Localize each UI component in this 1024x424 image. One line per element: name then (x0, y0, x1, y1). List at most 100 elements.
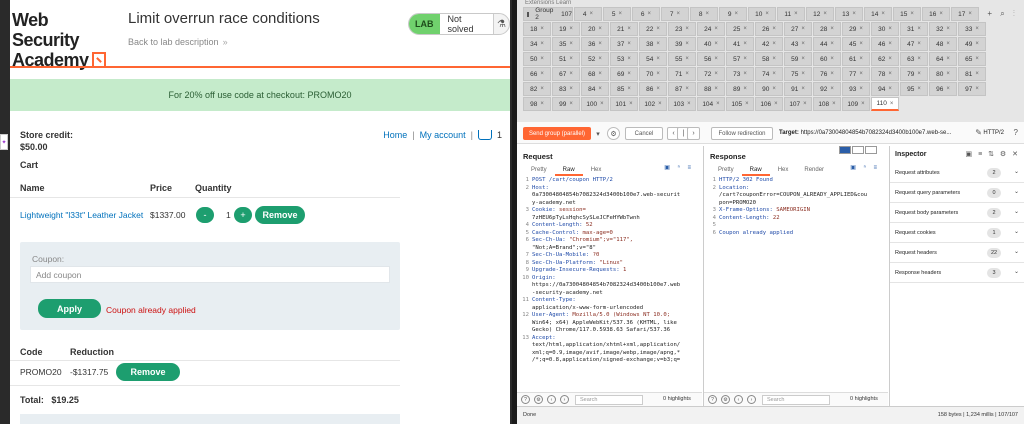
close-tab-icon[interactable]: × (685, 56, 689, 62)
close-tab-icon[interactable]: × (772, 26, 776, 32)
close-tab-icon[interactable]: × (859, 26, 863, 32)
close-tab-icon[interactable]: × (735, 11, 739, 17)
target-url[interactable]: Target: https://0a73004804854b7082324d34… (779, 130, 951, 136)
chevron-down-icon[interactable]: ⌄ (1014, 208, 1019, 215)
close-tab-icon[interactable]: × (801, 26, 805, 32)
academy-logo[interactable]: Web Security Academy (12, 10, 112, 70)
close-tab-icon[interactable]: × (888, 26, 892, 32)
close-tab-icon[interactable]: × (716, 101, 720, 107)
close-tab-icon[interactable]: × (794, 11, 798, 17)
close-tab-icon[interactable]: × (540, 56, 544, 62)
repeater-tab[interactable]: 38 × (639, 37, 667, 51)
close-tab-icon[interactable]: × (888, 41, 892, 47)
repeater-tab[interactable]: 31 × (900, 22, 928, 36)
close-tab-icon[interactable]: × (714, 71, 718, 77)
close-tab-icon[interactable]: × (685, 41, 689, 47)
request-view-icons[interactable]: ▣ ⁿ ≡ (664, 164, 694, 171)
repeater-tab[interactable]: 11 × (777, 7, 805, 21)
repeater-tab[interactable]: 84 × (581, 82, 609, 96)
close-tab-icon[interactable]: × (832, 101, 836, 107)
response-view-icons[interactable]: ▣ ⁿ ≡ (850, 164, 880, 171)
repeater-tab[interactable]: 37 × (610, 37, 638, 51)
repeater-tab[interactable]: 15 × (893, 7, 921, 21)
close-tab-icon[interactable]: × (569, 26, 573, 32)
repeater-tab[interactable]: 82 × (523, 82, 551, 96)
repeater-tab[interactable]: 32 × (929, 22, 957, 36)
close-tab-icon[interactable]: × (714, 26, 718, 32)
repeater-tab[interactable]: 67 × (552, 67, 580, 81)
repeater-tab[interactable]: 44 × (813, 37, 841, 51)
repeater-tab[interactable]: 97 × (958, 82, 986, 96)
repeater-tab[interactable]: 27 × (784, 22, 812, 36)
close-tab-icon[interactable]: × (968, 11, 972, 17)
close-tab-icon[interactable]: × (540, 41, 544, 47)
request-search-input[interactable]: Search (575, 395, 643, 405)
close-tab-icon[interactable]: × (772, 56, 776, 62)
repeater-tab[interactable]: 81 × (958, 67, 986, 81)
settings-icon[interactable]: ⚙ (721, 395, 730, 404)
close-tab-icon[interactable]: × (975, 56, 979, 62)
layout-horizontal-icon[interactable] (852, 146, 864, 154)
close-tab-icon[interactable]: × (714, 56, 718, 62)
prev-match-icon[interactable]: ‹ (734, 395, 743, 404)
close-tab-icon[interactable]: × (890, 101, 894, 107)
close-tab-icon[interactable]: × (743, 41, 747, 47)
repeater-tab[interactable]: 14 × (864, 7, 892, 21)
close-tab-icon[interactable]: × (598, 41, 602, 47)
close-tab-icon[interactable]: × (629, 101, 633, 107)
remove-coupon-button[interactable]: Remove (116, 363, 180, 381)
repeater-tab[interactable]: 18 × (523, 22, 551, 36)
close-tab-icon[interactable]: × (830, 71, 834, 77)
tab-group[interactable]: Group 2 107 (523, 7, 573, 21)
qty-increase-button[interactable]: + (234, 207, 252, 223)
close-tab-icon[interactable]: × (772, 86, 776, 92)
repeater-tab[interactable]: 29 × (842, 22, 870, 36)
repeater-tab[interactable]: 39 × (668, 37, 696, 51)
edit-target-icon[interactable]: ✎ (975, 128, 982, 137)
close-tab-icon[interactable]: × (598, 86, 602, 92)
close-tab-icon[interactable]: × (569, 56, 573, 62)
repeater-tab[interactable]: 52 × (581, 52, 609, 66)
repeater-tab[interactable]: 93 × (842, 82, 870, 96)
close-tab-icon[interactable]: × (714, 86, 718, 92)
repeater-tab[interactable]: 57 × (726, 52, 754, 66)
help-icon[interactable]: ? (708, 395, 717, 404)
cart-icon[interactable] (477, 130, 492, 140)
repeater-tab[interactable]: 92 × (813, 82, 841, 96)
close-tab-icon[interactable]: × (598, 71, 602, 77)
repeater-tab[interactable]: 49 × (958, 37, 986, 51)
repeater-tab[interactable]: 8 × (690, 7, 718, 21)
send-group-button[interactable]: Send group (parallel) (523, 127, 591, 140)
close-tab-icon[interactable]: × (859, 56, 863, 62)
repeater-tab[interactable]: 47 × (900, 37, 928, 51)
close-tab-icon[interactable]: × (745, 101, 749, 107)
close-tab-icon[interactable]: × (801, 56, 805, 62)
close-tab-icon[interactable]: × (569, 101, 573, 107)
close-tab-icon[interactable]: × (830, 26, 834, 32)
repeater-tab[interactable]: 63 × (900, 52, 928, 66)
inspector-row[interactable]: Request query parameters 0 ⌄ (890, 183, 1024, 203)
close-tab-icon[interactable]: × (569, 41, 573, 47)
remove-item-button[interactable]: Remove (255, 206, 305, 224)
close-tab-icon[interactable]: × (648, 11, 652, 17)
chevron-down-icon[interactable]: ⌄ (1014, 228, 1019, 235)
repeater-tab[interactable]: 77 × (842, 67, 870, 81)
close-tab-icon[interactable]: × (859, 86, 863, 92)
close-tab-icon[interactable]: × (590, 11, 594, 17)
repeater-tab[interactable]: 76 × (813, 67, 841, 81)
close-tab-icon[interactable]: × (743, 26, 747, 32)
help-icon[interactable]: ? (1014, 128, 1018, 137)
repeater-tab[interactable]: 53 × (610, 52, 638, 66)
close-tab-icon[interactable]: × (743, 56, 747, 62)
repeater-tab[interactable]: 21 × (610, 22, 638, 36)
close-tab-icon[interactable]: × (627, 41, 631, 47)
layout-split-icon[interactable] (839, 146, 851, 154)
close-tab-icon[interactable]: × (685, 71, 689, 77)
repeater-tab[interactable]: 4 × (574, 7, 602, 21)
inspector-row[interactable]: Request cookies 1 ⌄ (890, 223, 1024, 243)
repeater-tab[interactable]: 107 × (784, 97, 812, 111)
help-icon[interactable]: ? (521, 395, 530, 404)
close-tab-icon[interactable]: × (569, 86, 573, 92)
repeater-tab[interactable]: 87 × (668, 82, 696, 96)
repeater-tab[interactable]: 23 × (668, 22, 696, 36)
